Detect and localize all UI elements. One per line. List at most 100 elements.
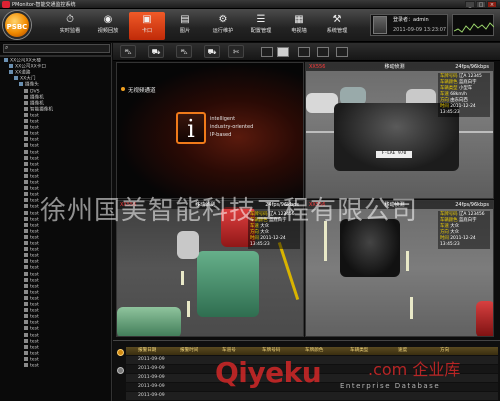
tree-item[interactable]: test xyxy=(24,314,39,320)
minimize-button[interactable]: _ xyxy=(465,1,475,8)
tree-item[interactable]: 摄像头 xyxy=(19,82,39,88)
nav-system[interactable]: ⚒ 系统管理 xyxy=(319,12,355,40)
capture-tool[interactable]: ⛍ xyxy=(176,45,192,58)
tree-item[interactable]: test xyxy=(24,143,39,149)
tree-item[interactable]: test xyxy=(24,320,39,326)
tree-item[interactable]: test xyxy=(24,210,39,217)
column-header[interactable]: 方向 xyxy=(440,347,449,355)
tools-icon[interactable]: ✄ xyxy=(228,45,244,58)
device-tree: XX公司XX大楼 XX公司XX卡口 XX道路 XX大门 摄像头 DVS 摄像机 摄像机 智能摄像… xyxy=(4,58,110,398)
tree-item[interactable]: test xyxy=(24,192,39,198)
table-row[interactable] xyxy=(126,392,498,400)
layout-4x4-button[interactable] xyxy=(317,47,329,57)
nav-realtime-monitor[interactable]: ⏱ 实时监看 xyxy=(52,12,88,40)
tree-item[interactable]: test xyxy=(24,149,39,156)
nav-tv-wall[interactable]: ▦ 电视墙 xyxy=(281,12,317,40)
tree-item[interactable]: test xyxy=(24,247,39,253)
column-header[interactable]: 车道号 xyxy=(222,347,236,355)
tree-item[interactable]: test xyxy=(24,289,39,296)
layout-3x3-button[interactable] xyxy=(298,47,310,57)
table-cell: 2011-09-09 xyxy=(138,357,165,362)
layout-5x5-button[interactable] xyxy=(336,47,348,57)
tree-item[interactable]: test xyxy=(24,186,39,192)
tree-item[interactable]: test xyxy=(24,332,39,339)
layout-2x2-button[interactable] xyxy=(277,47,289,57)
tree-item[interactable]: test xyxy=(24,363,39,369)
tree-item[interactable]: test xyxy=(24,302,39,308)
nav-maintenance[interactable]: ⚙ 运行维护 xyxy=(205,12,241,40)
tree-item[interactable]: DVS xyxy=(24,88,40,95)
video-cell-camera-1[interactable]: F-LAE 970 XX556 移动侦测 24fps/96kbps 车牌号码 辽… xyxy=(305,62,494,199)
tree-item[interactable]: test xyxy=(24,216,39,223)
records-clear-icon[interactable] xyxy=(117,367,124,374)
tree-item[interactable]: test xyxy=(24,253,39,259)
nav-checkpoint[interactable]: ▣ 卡口 xyxy=(129,12,165,40)
tree-item[interactable]: test xyxy=(24,344,39,351)
close-button[interactable]: × xyxy=(487,1,497,8)
nav-images[interactable]: ▤ 图片 xyxy=(167,12,203,40)
video-cell-no-signal[interactable] xyxy=(116,62,304,199)
nav-config[interactable]: ☰ 配置管理 xyxy=(243,12,279,40)
column-header[interactable]: 车辆类型 xyxy=(350,347,368,355)
camera-icon xyxy=(24,259,28,264)
tree-item[interactable]: test xyxy=(24,259,39,265)
column-header[interactable]: 报警日期 xyxy=(138,347,156,355)
tree-item[interactable]: test xyxy=(24,326,39,332)
tree-item[interactable]: 摄像机 xyxy=(24,100,44,107)
tree-item-label: test xyxy=(30,156,39,162)
records-toggle-icon[interactable] xyxy=(117,349,124,356)
column-header[interactable]: 报警时间 xyxy=(180,347,198,355)
camera-icon xyxy=(24,119,28,123)
table-cell: 2011-09-09 xyxy=(138,393,165,398)
tree-item-label: test xyxy=(30,235,39,241)
camera-icon xyxy=(24,234,28,239)
tree-item[interactable]: test xyxy=(24,131,39,137)
tree-item[interactable]: test xyxy=(24,180,39,186)
layout-1x1-button[interactable] xyxy=(261,47,273,57)
tree-item[interactable]: test xyxy=(24,222,39,229)
tree-item[interactable]: test xyxy=(24,283,39,290)
tree-item[interactable]: test xyxy=(24,228,39,235)
tree-item[interactable]: test xyxy=(24,295,39,302)
tree-item[interactable]: test xyxy=(24,137,39,143)
tree-item[interactable]: test xyxy=(24,356,39,363)
tree-item-label: test xyxy=(30,247,39,253)
search-input[interactable] xyxy=(3,44,110,53)
tree-item[interactable]: XX道路 xyxy=(9,70,30,76)
search-icon[interactable]: ⌕ xyxy=(5,44,8,52)
tree-item[interactable]: test xyxy=(24,161,39,168)
tree-item[interactable]: test xyxy=(24,338,39,345)
nav-video-playback[interactable]: ◉ 视频回放 xyxy=(90,12,126,40)
tree-item-label: test xyxy=(30,241,39,247)
tree-item[interactable]: test xyxy=(24,204,39,210)
column-header[interactable]: 车牌号码 xyxy=(262,347,280,355)
brand-line: IP-based xyxy=(210,132,232,138)
tree-item[interactable]: test xyxy=(24,234,39,241)
tree-item[interactable]: test xyxy=(24,271,39,278)
tree-item[interactable]: 摄像机 xyxy=(24,94,44,101)
tree-item[interactable]: test xyxy=(24,350,39,357)
tree-item[interactable]: test xyxy=(24,241,39,247)
column-header[interactable]: 速度 xyxy=(398,347,407,355)
record-tool[interactable]: ⛟ xyxy=(148,45,164,58)
tree-item[interactable]: test xyxy=(24,119,39,125)
tree-item[interactable]: 智能摄像机 xyxy=(24,106,53,113)
tree-item[interactable]: test xyxy=(24,125,39,131)
maximize-button[interactable]: □ xyxy=(476,1,486,8)
tree-item-label: test xyxy=(30,192,39,198)
tree-item[interactable]: test xyxy=(24,112,39,119)
tree-item[interactable]: test xyxy=(24,167,39,174)
tree-item[interactable]: test xyxy=(24,265,39,271)
snapshot-tool[interactable]: ⛍ xyxy=(120,45,136,58)
tree-item[interactable]: XX公司XX卡口 xyxy=(9,64,46,70)
folder-tool[interactable]: ⛟ xyxy=(204,45,220,58)
tree-item[interactable]: test xyxy=(24,277,39,284)
tree-item[interactable]: test xyxy=(24,155,39,162)
tree-item[interactable]: test xyxy=(24,308,39,314)
tree-item[interactable]: XX公司XX大楼 xyxy=(4,58,41,64)
column-header[interactable]: 车牌颜色 xyxy=(305,347,323,355)
tree-item[interactable]: test xyxy=(24,198,39,204)
tree-item-label: test xyxy=(30,211,39,216)
tree-item[interactable]: XX大门 xyxy=(14,76,35,82)
tree-item[interactable]: test xyxy=(24,173,39,180)
